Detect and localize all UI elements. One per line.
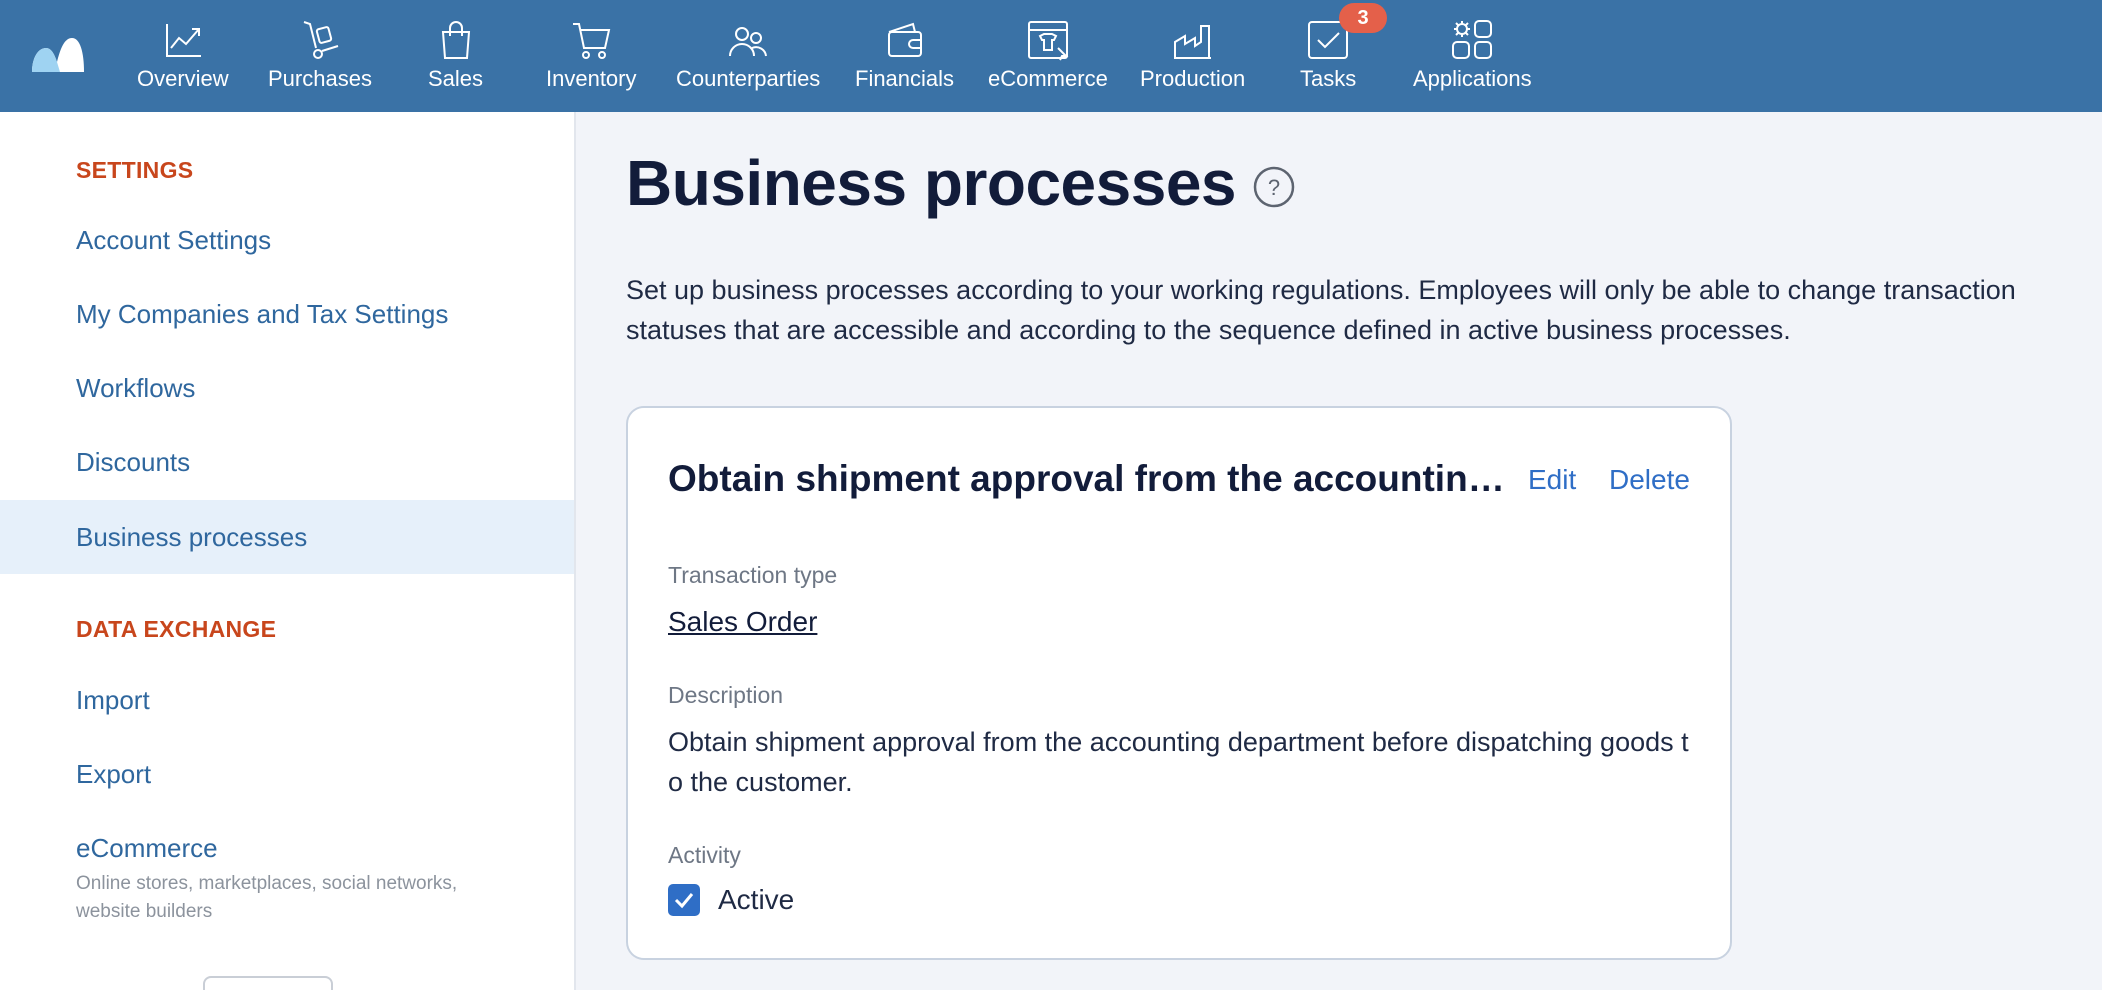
settings-heading: SETTINGS <box>76 157 194 183</box>
process-title: Obtain shipment approval from the accoun… <box>668 458 1518 499</box>
line-chart-icon <box>165 24 201 57</box>
nav-sales[interactable]: Sales <box>428 18 483 98</box>
business-process-card: Obtain shipment approval from the accoun… <box>626 406 1732 960</box>
hand-truck-icon <box>303 21 339 59</box>
nav-applications[interactable]: Applications <box>1413 18 1532 98</box>
logo-icon[interactable] <box>30 30 86 74</box>
users-icon <box>729 27 768 57</box>
help-icon[interactable]: ? <box>1253 166 1295 208</box>
top-navigation-bar: Overview Purchases Sales Inventory Count… <box>0 0 2102 112</box>
ecommerce-subtext: Online stores, marketplaces, social netw… <box>76 873 458 922</box>
active-checkbox[interactable] <box>668 884 700 916</box>
nav-financials[interactable]: Financials <box>855 18 954 98</box>
nav-overview[interactable]: Overview <box>137 18 229 98</box>
active-label: Active <box>718 884 795 915</box>
activity-label: Activity <box>668 842 741 868</box>
transaction-type-label: Transaction type <box>668 562 838 588</box>
storefront-icon <box>1027 21 1069 61</box>
sidebar-item-business-processes[interactable]: Business processes <box>0 500 574 574</box>
sidebar-item-account-settings[interactable]: Account Settings <box>0 203 574 277</box>
edit-button[interactable]: Edit <box>1528 464 1576 496</box>
sidebar-item-export[interactable]: Export <box>0 737 574 811</box>
sidebar-item-discounts[interactable]: Discounts <box>0 425 574 499</box>
sidebar-bottom-button[interactable] <box>203 976 333 990</box>
description-label: Description <box>668 682 784 708</box>
transaction-type-link[interactable]: Sales Order <box>668 606 817 638</box>
description-value: Obtain shipment approval from the accoun… <box>668 727 1689 797</box>
sidebar-item-workflows[interactable]: Workflows <box>0 351 574 425</box>
shopping-cart-icon <box>573 23 611 59</box>
tasks-count-badge: 3 <box>1339 3 1387 33</box>
sidebar-item-import[interactable]: Import <box>0 663 574 737</box>
checkmark-icon <box>674 893 694 909</box>
nav-purchases[interactable]: Purchases <box>268 18 372 98</box>
data-exchange-heading: DATA EXCHANGE <box>76 616 277 642</box>
nav-inventory[interactable]: Inventory <box>546 18 637 98</box>
svg-text:?: ? <box>1268 175 1280 200</box>
shopping-bag-icon <box>441 21 470 59</box>
sidebar-item-companies-tax[interactable]: My Companies and Tax Settings <box>0 277 574 351</box>
page-title: Business processes <box>626 147 1237 219</box>
factory-icon <box>1173 25 1211 59</box>
wallet-icon <box>887 22 922 57</box>
delete-button[interactable]: Delete <box>1609 464 1690 496</box>
apps-grid-icon <box>1452 20 1493 59</box>
nav-ecommerce[interactable]: eCommerce <box>988 18 1108 98</box>
nav-production[interactable]: Production <box>1140 18 1245 98</box>
settings-sidebar: SETTINGS Account Settings My Companies a… <box>0 112 576 990</box>
nav-counterparties[interactable]: Counterparties <box>676 18 820 98</box>
page-description: Set up business processes according to y… <box>626 275 2016 345</box>
